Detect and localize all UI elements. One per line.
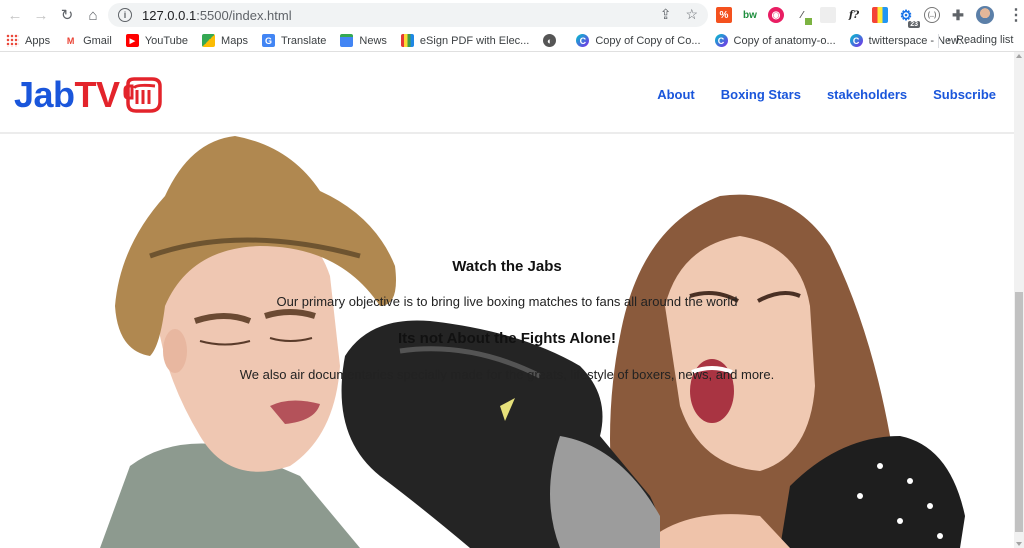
gmail-icon: M <box>66 35 75 46</box>
logo-tv-text: TV <box>74 74 121 115</box>
nav-about[interactable]: About <box>657 87 695 102</box>
ext-palette-icon[interactable] <box>872 7 888 23</box>
translate-icon: G <box>261 34 275 47</box>
extensions-puzzle-icon[interactable]: ✚ <box>950 7 966 23</box>
canva-icon: C <box>849 34 863 47</box>
address-bar[interactable]: i 127.0.0.1:5500/index.html ⇪ ☆ <box>108 3 708 27</box>
bookmark-copy-anatomy[interactable]: C Copy of anatomy-o... <box>714 34 836 47</box>
extensions-area: % bw ◉ ⁄ f? ⚙ 23 (..) ✚ ⋮ <box>716 5 1024 28</box>
back-button[interactable]: ← <box>2 2 28 28</box>
bookmark-translate[interactable]: G Translate <box>261 34 326 47</box>
logo-jab-text: Jab <box>14 74 75 115</box>
main-nav: About Boxing Stars stakeholders Subscrib… <box>657 87 996 102</box>
site-header: Jab TV About Boxing Stars stakeholders Su… <box>0 52 1014 134</box>
ext-gear-icon[interactable]: ⚙ 23 <box>898 7 920 28</box>
bookmark-maps[interactable]: Maps <box>202 34 248 47</box>
hero-heading-watch: Watch the Jabs <box>452 258 562 275</box>
scrollbar-thumb[interactable] <box>1015 292 1023 532</box>
bookmarks-divider <box>938 34 939 48</box>
canva-icon: C <box>714 34 728 47</box>
bookmark-apps[interactable]: Apps <box>6 34 50 47</box>
site-logo[interactable]: Jab TV <box>14 74 164 116</box>
url-text: 127.0.0.1:5500/index.html <box>142 7 292 23</box>
ext-fx-icon[interactable]: f? <box>846 7 862 23</box>
apps-grid-icon <box>6 34 19 47</box>
scroll-down-arrow-icon[interactable] <box>1016 542 1022 546</box>
menu-kebab-icon[interactable]: ⋮ <box>1008 5 1024 25</box>
page-scrollbar[interactable] <box>1014 52 1024 548</box>
site-info-icon[interactable]: i <box>118 8 132 22</box>
nav-subscribe[interactable]: Subscribe <box>933 87 996 102</box>
nav-stakeholders[interactable]: stakeholders <box>827 87 907 102</box>
bookmark-copy-of-copy[interactable]: C Copy of Copy of Co... <box>576 34 701 47</box>
reload-button[interactable]: ↻ <box>54 2 80 28</box>
hero-paragraph-objective: Our primary objective is to bring live b… <box>276 294 738 309</box>
ext-eye-icon[interactable]: ◉ <box>768 7 784 23</box>
fist-icon <box>123 77 162 113</box>
browser-toolbar: ← → ↻ ⌂ i 127.0.0.1:5500/index.html ⇪ ☆ … <box>0 0 1024 30</box>
forward-button[interactable]: → <box>28 2 54 28</box>
esign-icon <box>400 34 414 47</box>
bookmark-youtube[interactable]: ▶ YouTube <box>125 34 188 47</box>
bookmark-star-icon[interactable]: ☆ <box>685 6 698 23</box>
ext-blank-icon[interactable] <box>820 7 836 23</box>
share-icon[interactable]: ⇪ <box>660 6 672 23</box>
reading-list-icon <box>948 39 950 41</box>
bookmark-esign[interactable]: eSign PDF with Elec... <box>400 34 529 47</box>
nav-boxing-stars[interactable]: Boxing Stars <box>721 87 801 102</box>
bookmark-globe[interactable]: ◐ <box>543 34 562 47</box>
ext-circle-icon[interactable]: (..) <box>924 7 940 23</box>
hero-section: Watch the Jabs Our primary objective is … <box>0 136 1014 548</box>
ext-eyedropper-icon[interactable]: ⁄ <box>794 7 812 25</box>
maps-icon <box>202 34 216 47</box>
home-button[interactable]: ⌂ <box>80 2 106 28</box>
profile-avatar[interactable] <box>976 6 994 24</box>
bookmark-gmail[interactable]: M Gmail <box>64 34 112 47</box>
page-viewport: Jab TV About Boxing Stars stakeholders Su… <box>0 52 1014 548</box>
scroll-up-arrow-icon[interactable] <box>1016 54 1022 58</box>
ext-red-icon[interactable]: % <box>716 7 732 23</box>
bookmark-news[interactable]: News <box>340 34 387 47</box>
youtube-icon: ▶ <box>125 34 139 47</box>
hero-heading-not-fights: Its not About the Fights Alone! <box>397 330 617 347</box>
reading-list-button[interactable]: Reading list <box>948 34 1013 46</box>
bookmarks-bar: Apps M Gmail ▶ YouTube Maps G Translate New… <box>0 30 1024 52</box>
globe-icon: ◐ <box>543 34 557 47</box>
ext-bw-icon[interactable]: bw <box>742 7 758 23</box>
canva-icon: C <box>576 34 590 47</box>
news-icon <box>340 34 354 47</box>
hero-paragraph-documentaries: We also air documentaries specially made… <box>239 367 775 382</box>
